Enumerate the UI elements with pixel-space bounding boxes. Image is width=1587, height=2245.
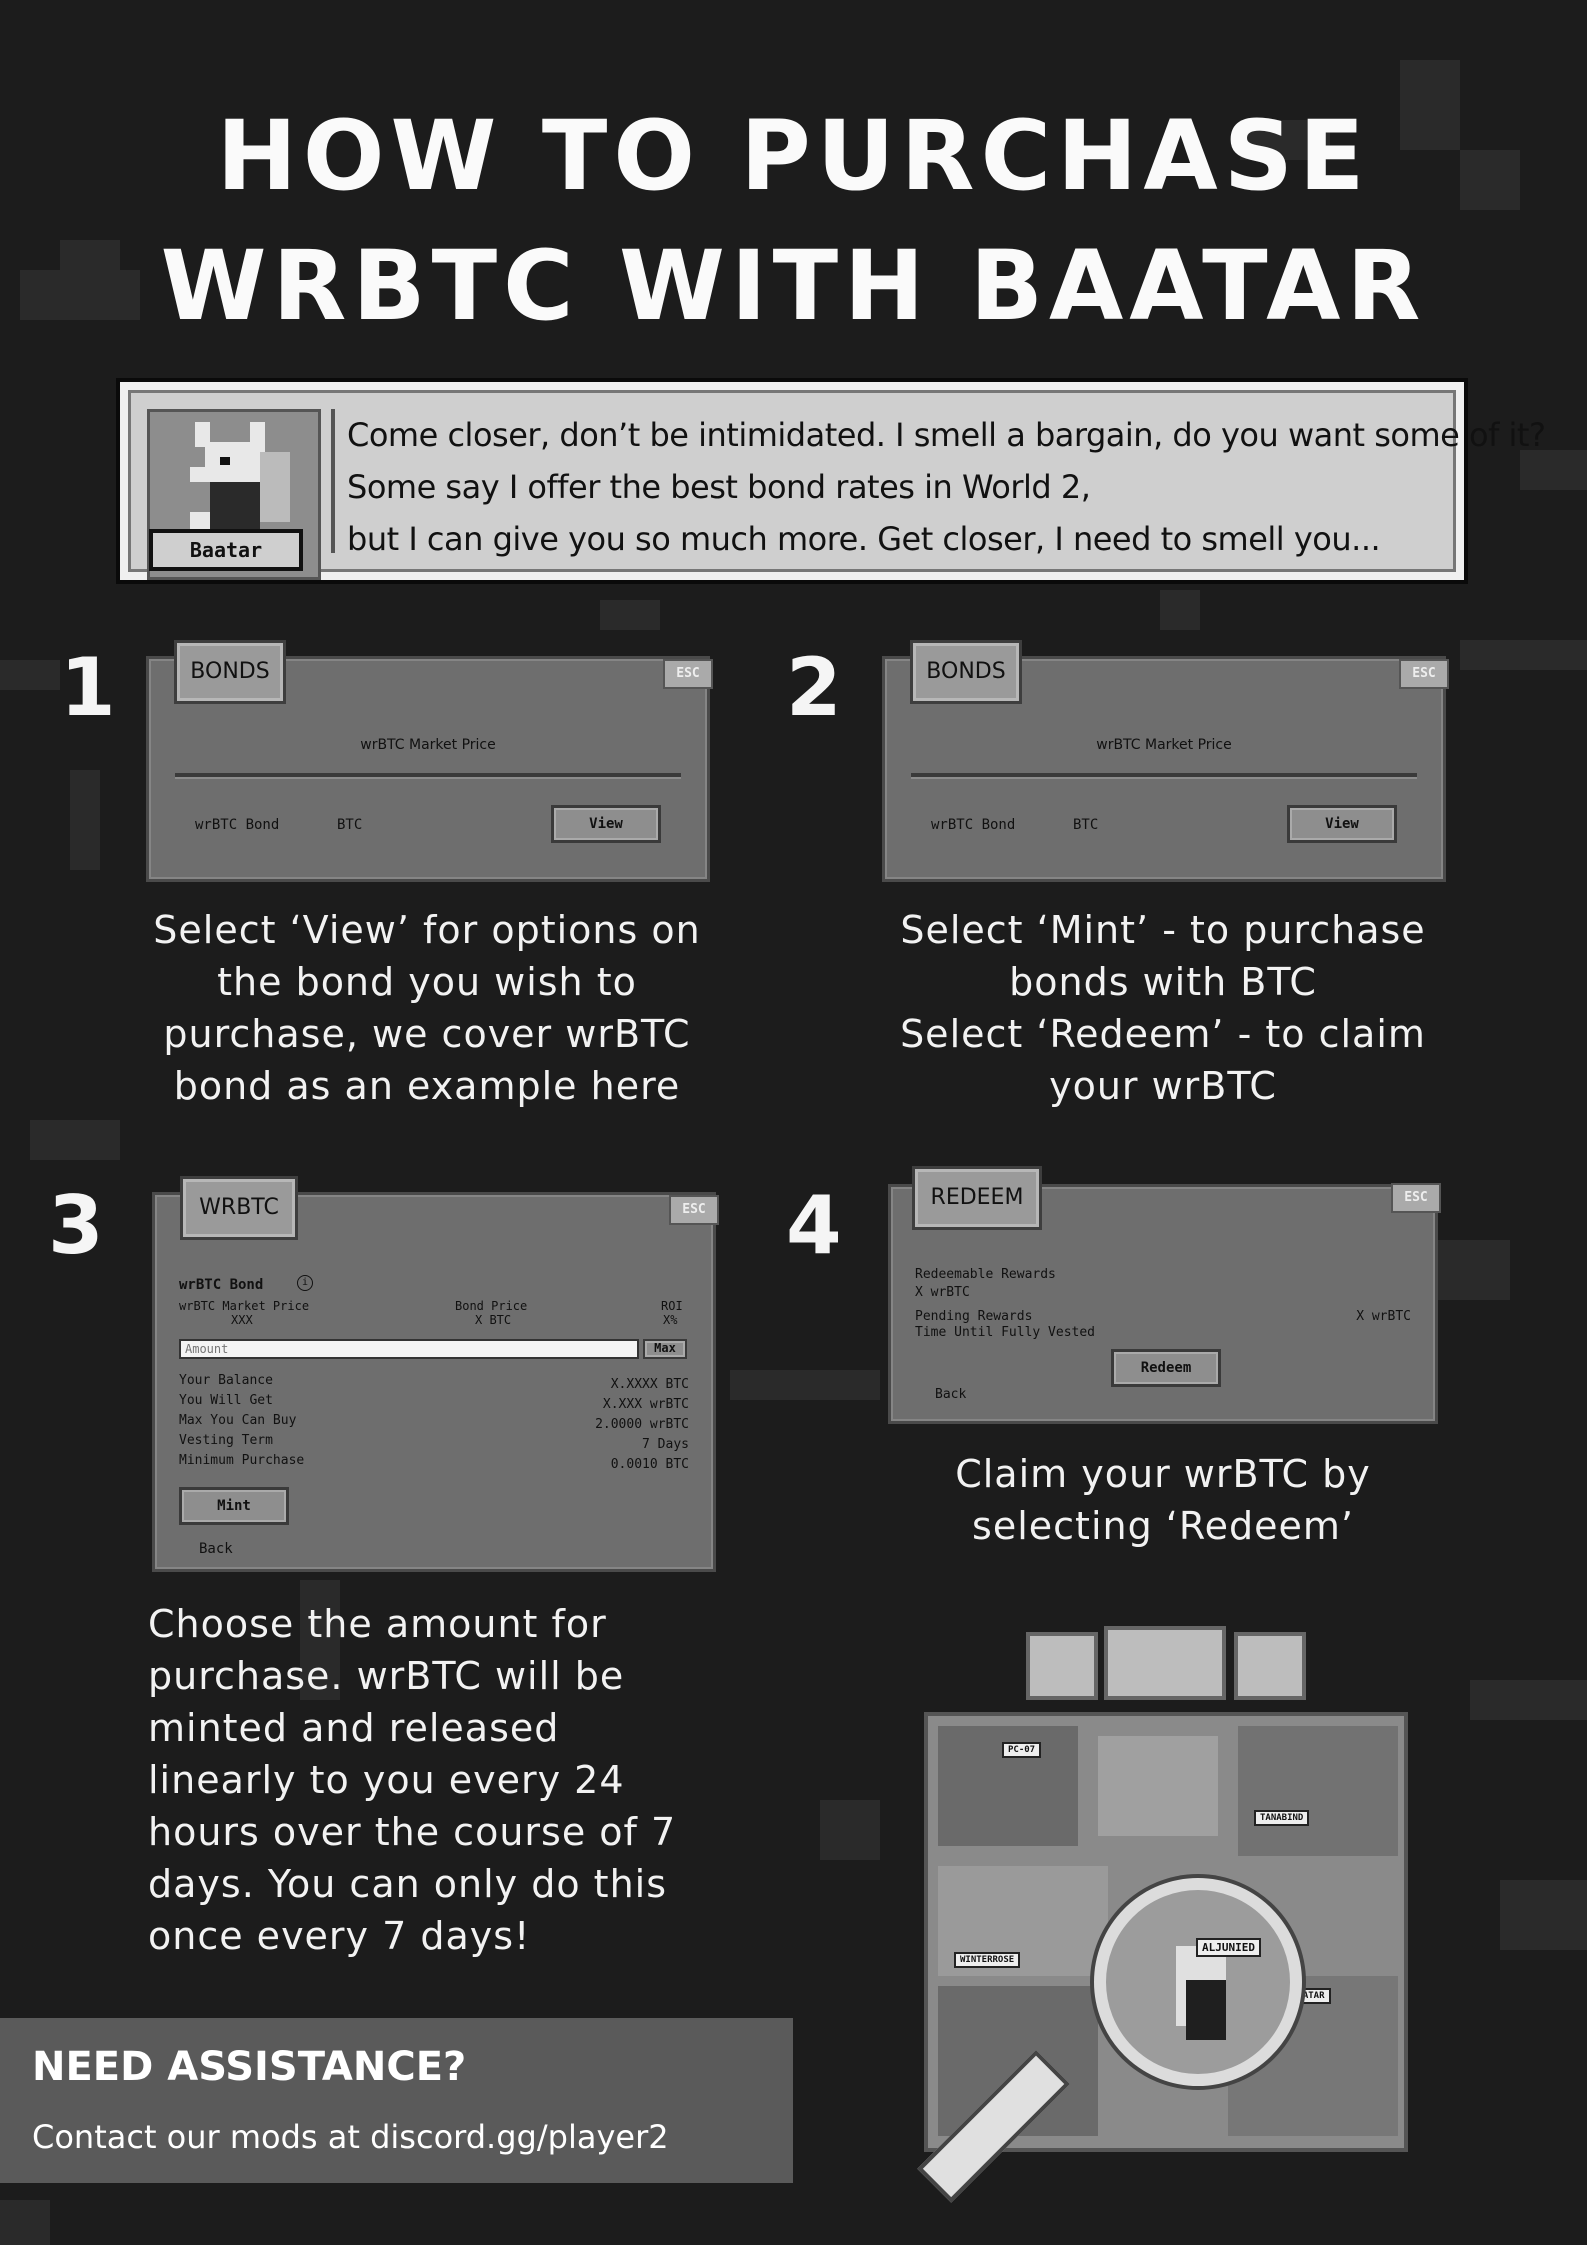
page-title-line1: HOW TO PURCHASE xyxy=(216,100,1371,212)
step4-caption: Claim your wrBTC by selecting ‘Redeem’ xyxy=(955,1452,1371,1548)
your-balance-value: X.XXXX BTC xyxy=(610,1377,689,1392)
tab-redeem[interactable]: REDEEM xyxy=(912,1166,1042,1230)
bond-currency: BTC xyxy=(337,817,363,833)
page-title-line2: WRBTC WITH BAATAR xyxy=(160,230,1427,342)
speaker-name-label: Baatar xyxy=(149,529,303,571)
market-price-label: wrBTC Market Price xyxy=(179,1299,310,1313)
back-button[interactable]: Back xyxy=(199,1541,233,1557)
info-icon[interactable]: i xyxy=(297,1275,313,1291)
tab-bonds[interactable]: BONDS xyxy=(174,640,286,704)
assistance-box: NEED ASSISTANCE? Contact our mods at dis… xyxy=(0,2018,793,2183)
map-label-baatar: ALJUNIED xyxy=(1196,1938,1261,1957)
step-number-2: 2 xyxy=(786,641,842,734)
esc-button[interactable]: ESC xyxy=(669,1195,719,1225)
npc-dialog-box: Baatar Come closer, don’t be intimidated… xyxy=(116,378,1546,584)
vesting-term-label: Vesting Term xyxy=(179,1433,273,1448)
step3-caption: Choose the amount for purchase. wrBTC wi… xyxy=(148,1602,677,1958)
assistance-title: NEED ASSISTANCE? xyxy=(32,2044,467,2090)
dialog-line-2: Some say I offer the best bond rates in … xyxy=(347,468,1091,506)
you-will-get-value: X.XXX wrBTC xyxy=(602,1397,689,1412)
bond-currency: BTC xyxy=(1073,817,1099,833)
bond-name: wrBTC Bond xyxy=(931,817,1016,833)
map-label-pc07: PC-07 xyxy=(1002,1742,1042,1758)
map-label-tanabind: TANABIND xyxy=(1254,1810,1310,1826)
step1-caption: Select ‘View’ for options on the bond yo… xyxy=(153,908,701,1108)
roi-label: ROI xyxy=(661,1299,683,1313)
magnifying-glass-icon xyxy=(1094,1878,1302,2086)
redeemable-label: Redeemable Rewards xyxy=(915,1267,1056,1282)
bond-price-label: Bond Price xyxy=(455,1299,528,1313)
bond-title: wrBTC Bond xyxy=(179,1277,264,1293)
vesting-term-value: 7 Days xyxy=(642,1437,689,1452)
map-label-winterrose: WINTERROSE xyxy=(954,1952,1021,1968)
tab-wrbtc[interactable]: WRBTC xyxy=(180,1176,298,1240)
dialog-line-3: but I can give you so much more. Get clo… xyxy=(347,520,1381,558)
market-price-label: wrBTC Market Price xyxy=(1096,737,1232,753)
pending-value: X wrBTC xyxy=(1356,1309,1411,1324)
baatar-character-icon xyxy=(190,422,290,532)
minimum-purchase-label: Minimum Purchase xyxy=(179,1453,305,1468)
roi-value: X% xyxy=(663,1313,678,1327)
screen-left-icon xyxy=(1026,1632,1098,1700)
view-button[interactable]: View xyxy=(551,805,661,843)
market-price-value: XXX xyxy=(231,1313,253,1327)
back-button[interactable]: Back xyxy=(935,1387,966,1402)
esc-button[interactable]: ESC xyxy=(1391,1183,1441,1213)
wrbtc-purchase-panel: ESC wrBTC Bond i wrBTC Market Price XXX … xyxy=(152,1192,719,1572)
your-balance-label: Your Balance xyxy=(179,1373,273,1388)
time-until-vested-label: Time Until Fully Vested xyxy=(915,1325,1096,1340)
bond-price-value: X BTC xyxy=(475,1313,512,1327)
esc-button[interactable]: ESC xyxy=(1399,659,1449,689)
screen-right-icon xyxy=(1234,1632,1306,1700)
step2-caption: Select ‘Mint’ - to purchase bonds with B… xyxy=(900,908,1426,1108)
max-you-can-buy-value: 2.0000 wrBTC xyxy=(595,1417,689,1432)
divider xyxy=(911,773,1417,779)
view-button[interactable]: View xyxy=(1287,805,1397,843)
max-button[interactable]: Max xyxy=(643,1339,687,1359)
tab-bonds[interactable]: BONDS xyxy=(910,640,1022,704)
dialog-line-1: Come closer, don’t be intimidated. I sme… xyxy=(347,416,1546,454)
redeemable-value: X wrBTC xyxy=(915,1285,970,1300)
step-number-3: 3 xyxy=(48,1179,104,1272)
step-number-1: 1 xyxy=(60,641,116,734)
screen-center-icon xyxy=(1104,1626,1226,1700)
amount-input[interactable] xyxy=(179,1339,639,1359)
step-number-4: 4 xyxy=(786,1179,842,1272)
minimum-purchase-value: 0.0010 BTC xyxy=(610,1457,689,1472)
mint-button[interactable]: Mint xyxy=(179,1487,289,1525)
assistance-contact-link[interactable]: Contact our mods at discord.gg/player2 xyxy=(32,2118,669,2156)
market-price-label: wrBTC Market Price xyxy=(360,737,496,753)
redeem-button[interactable]: Redeem xyxy=(1111,1349,1221,1387)
pending-label: Pending Rewards xyxy=(915,1309,1033,1324)
esc-button[interactable]: ESC xyxy=(663,659,713,689)
divider xyxy=(175,773,681,779)
bond-name: wrBTC Bond xyxy=(195,817,280,833)
max-you-can-buy-label: Max You Can Buy xyxy=(179,1413,297,1428)
you-will-get-label: You Will Get xyxy=(179,1393,273,1408)
